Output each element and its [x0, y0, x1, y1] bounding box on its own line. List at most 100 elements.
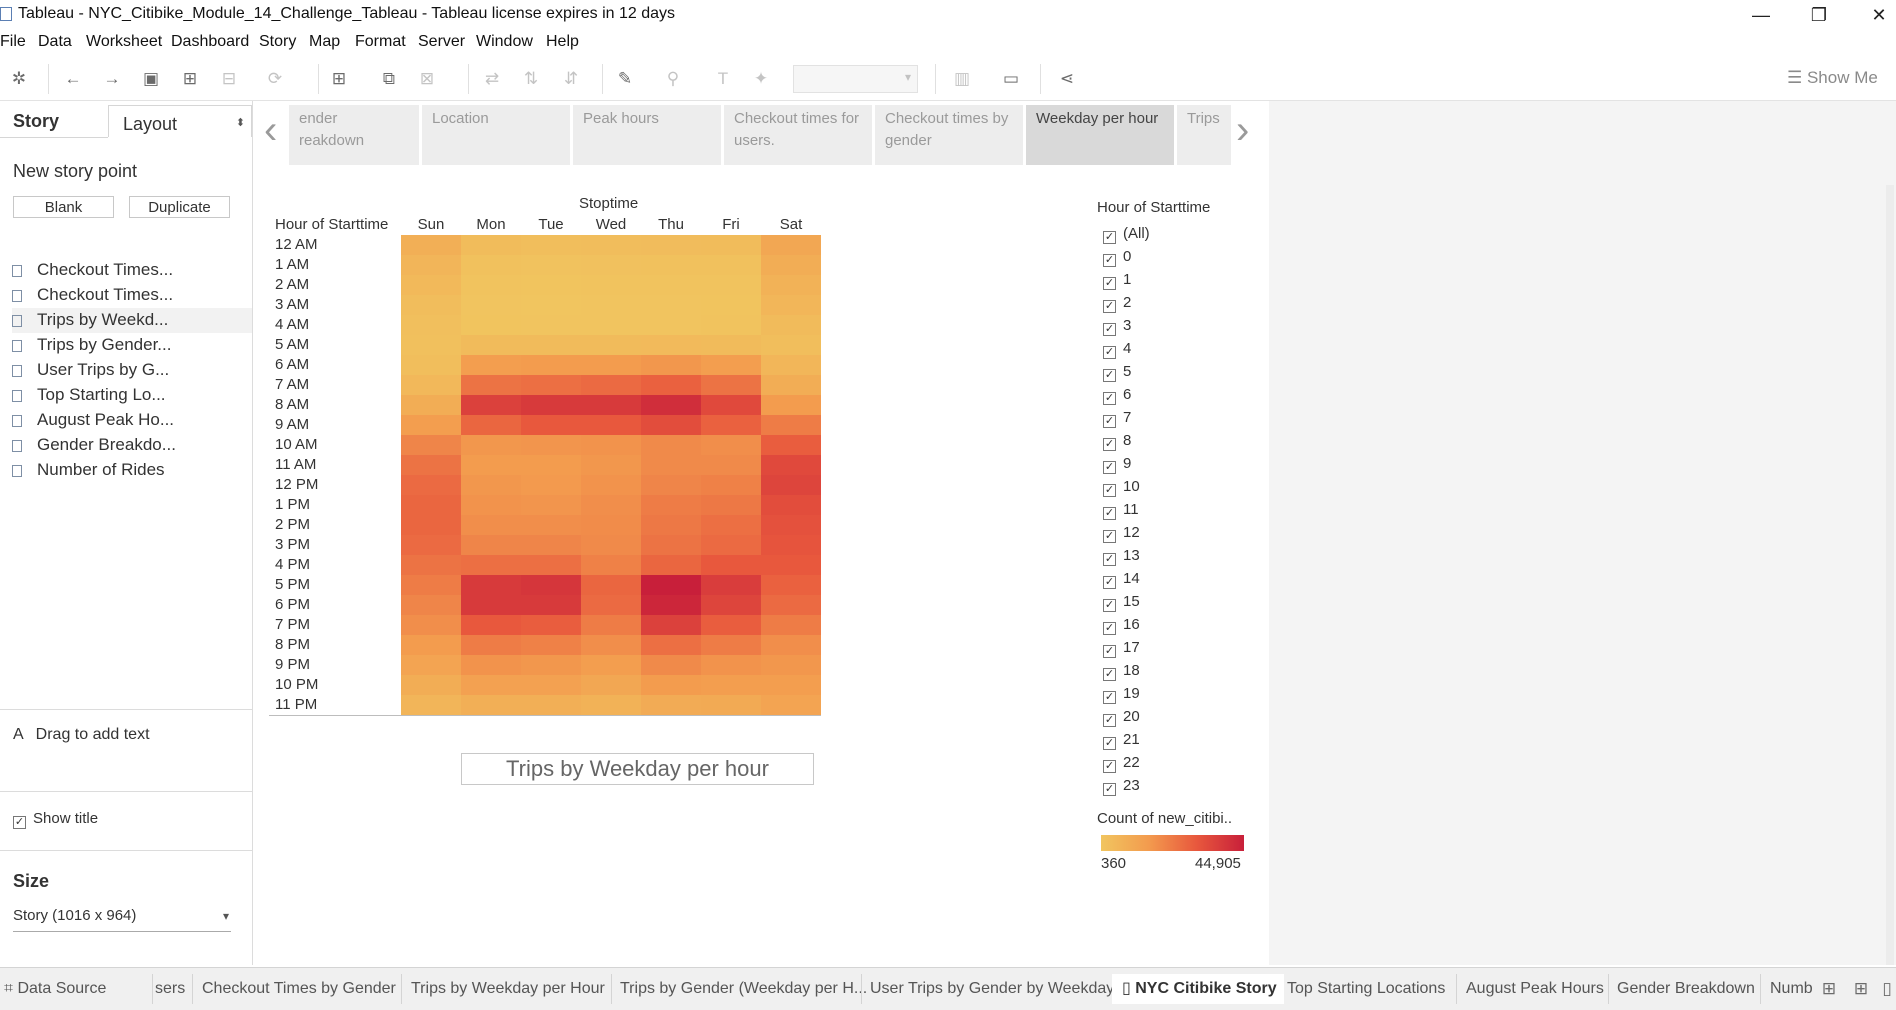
close-button[interactable]: ✕ — [1856, 2, 1896, 28]
filter-item[interactable]: ✓ 19 — [1103, 684, 1243, 707]
heatmap-cell[interactable] — [461, 415, 521, 435]
heatmap-cell[interactable] — [521, 615, 581, 635]
heatmap-cell[interactable] — [761, 635, 821, 655]
sheet-tab[interactable]: Trips by Weekday per Hour — [411, 974, 605, 1004]
heatmap-cell[interactable] — [581, 515, 641, 535]
story-point-caption[interactable]: Trips by Weekday per hour — [461, 753, 814, 785]
heatmap-cell[interactable] — [401, 255, 461, 275]
sheet-tab-active[interactable]: ▯ NYC Citibike Story — [1112, 974, 1284, 1004]
heatmap-cell[interactable] — [641, 395, 701, 415]
heatmap-cell[interactable] — [701, 275, 761, 295]
heatmap-cell[interactable] — [521, 355, 581, 375]
group-icon[interactable]: ⚲ — [662, 68, 684, 90]
heatmap-cell[interactable] — [641, 455, 701, 475]
menu-map[interactable]: Map — [309, 33, 340, 51]
heatmap-cell[interactable] — [581, 255, 641, 275]
heatmap-cell[interactable] — [461, 515, 521, 535]
menu-story[interactable]: Story — [259, 33, 296, 51]
filter-checkbox[interactable]: ✓ — [1103, 622, 1116, 635]
heatmap-cell[interactable] — [521, 555, 581, 575]
heatmap-cell[interactable] — [641, 235, 701, 255]
sort-ascending-icon[interactable]: ⇅ — [520, 68, 542, 90]
filter-item[interactable]: ✓ 10 — [1103, 477, 1243, 500]
show-title-checkbox[interactable]: ✓ — [13, 816, 26, 829]
heatmap-cell[interactable] — [701, 495, 761, 515]
heatmap-cell[interactable] — [581, 635, 641, 655]
filter-item[interactable]: ✓ 2 — [1103, 293, 1243, 316]
heatmap-cell[interactable] — [461, 255, 521, 275]
heatmap-cell[interactable] — [761, 575, 821, 595]
heatmap-cell[interactable] — [701, 235, 761, 255]
heatmap-cell[interactable] — [521, 475, 581, 495]
filter-item[interactable]: ✓ 11 — [1103, 500, 1243, 523]
heatmap-cell[interactable] — [701, 435, 761, 455]
heatmap-cell[interactable] — [521, 415, 581, 435]
heatmap-cell[interactable] — [521, 455, 581, 475]
heatmap-cell[interactable] — [461, 475, 521, 495]
heatmap-cell[interactable] — [401, 615, 461, 635]
new-worksheet-tab-icon[interactable]: ⊞ — [1818, 978, 1840, 1000]
filter-checkbox[interactable]: ✓ — [1103, 277, 1116, 290]
heatmap-cell[interactable] — [461, 615, 521, 635]
filter-item[interactable]: ✓ 6 — [1103, 385, 1243, 408]
sheet-tab[interactable]: Checkout Times by Gender — [202, 974, 396, 1004]
heatmap-cell[interactable] — [641, 555, 701, 575]
heatmap-cell[interactable] — [641, 255, 701, 275]
heatmap-cell[interactable] — [761, 375, 821, 395]
blank-button[interactable]: Blank — [13, 196, 114, 218]
label-icon[interactable]: T — [712, 68, 734, 90]
heatmap-cell[interactable] — [461, 335, 521, 355]
filter-checkbox[interactable]: ✓ — [1103, 254, 1116, 267]
heatmap-cell[interactable] — [581, 555, 641, 575]
heatmap-cell[interactable] — [641, 435, 701, 455]
swap-icon[interactable]: ⇄ — [481, 68, 503, 90]
pin-icon[interactable]: ✦ — [750, 68, 772, 90]
heatmap-cell[interactable] — [521, 535, 581, 555]
filter-item[interactable]: ✓ 13 — [1103, 546, 1243, 569]
refresh-icon[interactable]: ⟳ — [264, 68, 286, 90]
menu-help[interactable]: Help — [546, 33, 579, 51]
heatmap-cell[interactable] — [641, 275, 701, 295]
heatmap-cell[interactable] — [461, 395, 521, 415]
sheet-tab[interactable]: Numb — [1770, 974, 1812, 1004]
heatmap-cell[interactable] — [581, 415, 641, 435]
story-tab[interactable]: Checkout times by gender — [875, 105, 1023, 165]
data-source-tab[interactable]: ⌗ Data Source — [4, 974, 144, 1004]
heatmap-cell[interactable] — [761, 335, 821, 355]
heatmap-cell[interactable] — [461, 695, 521, 715]
sheet-tab[interactable]: User Trips by Gender by Weekday — [870, 974, 1114, 1004]
filter-item[interactable]: ✓ 3 — [1103, 316, 1243, 339]
new-datasource-icon[interactable]: ⊞ — [179, 68, 201, 90]
heatmap-cell[interactable] — [761, 235, 821, 255]
filter-checkbox[interactable]: ✓ — [1103, 645, 1116, 658]
heatmap-cell[interactable] — [701, 655, 761, 675]
show-title-toggle[interactable]: ✓ Show title — [13, 810, 98, 829]
heatmap-cell[interactable] — [401, 295, 461, 315]
heatmap-cell[interactable] — [461, 295, 521, 315]
heatmap-cell[interactable] — [701, 375, 761, 395]
heatmap-cell[interactable] — [461, 675, 521, 695]
heatmap-cell[interactable] — [641, 375, 701, 395]
heatmap-cell[interactable] — [461, 435, 521, 455]
heatmap-cell[interactable] — [521, 295, 581, 315]
heatmap-cell[interactable] — [641, 415, 701, 435]
menu-dashboard[interactable]: Dashboard — [171, 33, 249, 51]
fit-icon[interactable]: ▥ — [951, 68, 973, 90]
story-point-item[interactable]: August Peak Ho... — [12, 408, 252, 433]
pause-updates-icon[interactable]: ⊟ — [218, 68, 240, 90]
heatmap-cell[interactable] — [521, 495, 581, 515]
heatmap-cell[interactable] — [521, 595, 581, 615]
heatmap-cell[interactable] — [701, 475, 761, 495]
heatmap-cell[interactable] — [401, 395, 461, 415]
filter-checkbox[interactable]: ✓ — [1103, 553, 1116, 566]
heatmap-cell[interactable] — [581, 695, 641, 715]
heatmap-cell[interactable] — [761, 495, 821, 515]
filter-item[interactable]: ✓ 9 — [1103, 454, 1243, 477]
heatmap-cell[interactable] — [521, 275, 581, 295]
story-point-item[interactable]: Checkout Times... — [12, 258, 252, 283]
heatmap-cell[interactable] — [761, 595, 821, 615]
story-tab[interactable]: Trips — [1177, 105, 1231, 165]
show-me-button[interactable]: ☰ Show Me — [1787, 68, 1878, 88]
heatmap-cell[interactable] — [581, 495, 641, 515]
heatmap-cell[interactable] — [461, 315, 521, 335]
